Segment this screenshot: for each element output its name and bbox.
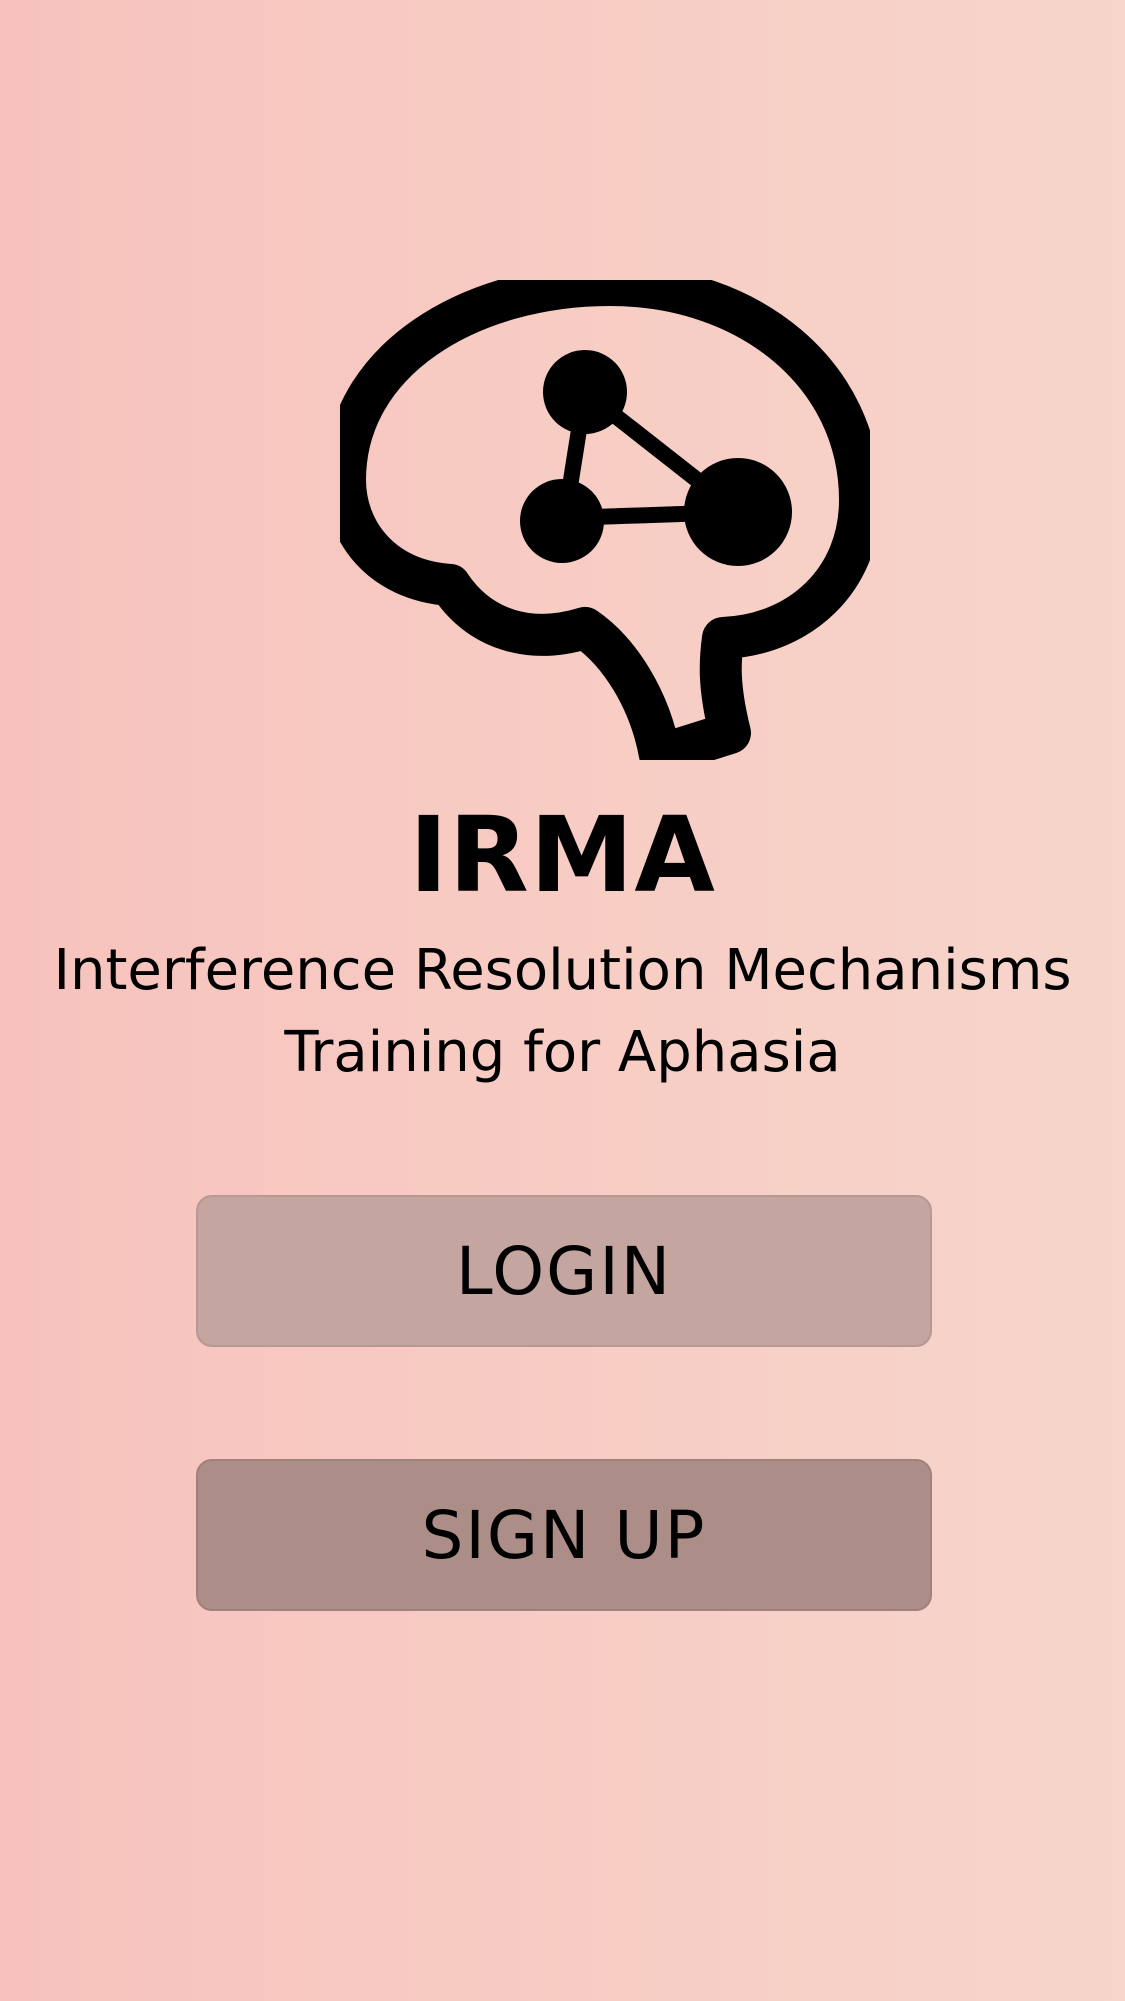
subtitle-line-1: Interference Resolution Mechanisms [53, 938, 1072, 1003]
signup-button-label: SIGN UP [421, 1496, 707, 1574]
signup-button[interactable]: SIGN UP [196, 1459, 932, 1611]
app-title: IRMA [409, 794, 716, 916]
welcome-screen: IRMA Interference Resolution Mechanisms … [0, 0, 1125, 2001]
subtitle-line-2: Training for Aphasia [284, 1020, 841, 1085]
brain-network-icon [340, 280, 870, 760]
login-button-label: LOGIN [455, 1232, 673, 1310]
app-subtitle: Interference Resolution Mechanisms Train… [40, 930, 1085, 1094]
login-button[interactable]: LOGIN [196, 1195, 932, 1347]
